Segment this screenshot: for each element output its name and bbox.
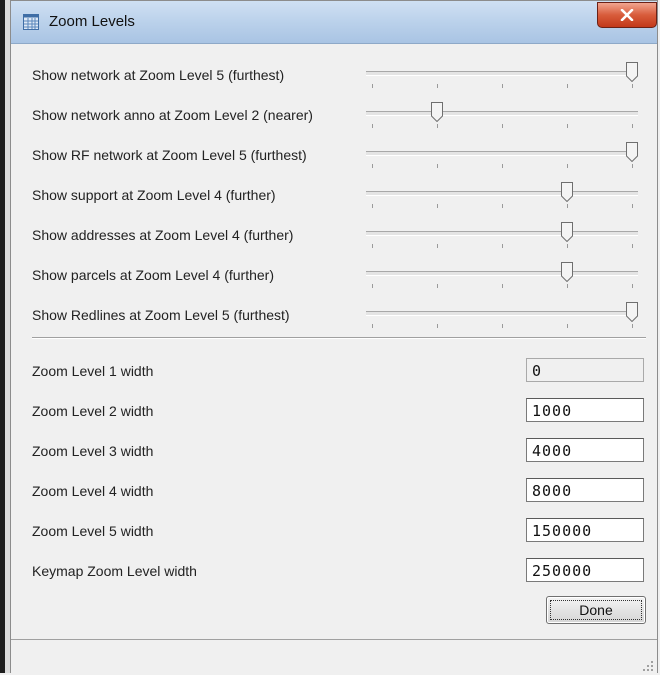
slider-tick [372, 324, 373, 328]
zoom-level-slider[interactable] [366, 182, 638, 213]
slider-tick [502, 244, 503, 248]
title-bar[interactable]: Zoom Levels [11, 1, 657, 44]
width-label: Zoom Level 4 width [32, 483, 154, 499]
slider-tick [632, 204, 633, 208]
dialog-body: Show network at Zoom Level 5 (furthest) … [11, 44, 657, 675]
slider-tick [437, 84, 438, 88]
width-label: Keymap Zoom Level width [32, 563, 197, 579]
done-button-label: Done [579, 602, 613, 618]
slider-tick [437, 204, 438, 208]
slider-track [366, 231, 638, 236]
slider-tick [632, 124, 633, 128]
slider-tick [502, 324, 503, 328]
slider-tick [372, 284, 373, 288]
slider-tick [567, 84, 568, 88]
slider-tick [502, 124, 503, 128]
slider-tick [437, 124, 438, 128]
left-window-frame [0, 0, 10, 673]
slider-thumb[interactable] [626, 62, 638, 82]
grid-window-icon [23, 14, 39, 30]
slider-tick [372, 164, 373, 168]
zoom-level-slider[interactable] [366, 222, 638, 253]
width-label: Zoom Level 2 width [32, 403, 154, 419]
slider-thumb[interactable] [561, 222, 573, 242]
slider-track [366, 71, 638, 76]
slider-tick [567, 244, 568, 248]
close-x-icon [620, 9, 634, 21]
width-label: Zoom Level 5 width [32, 523, 154, 539]
slider-thumb[interactable] [561, 262, 573, 282]
done-button[interactable]: Done [546, 596, 646, 624]
slider-tick [437, 244, 438, 248]
slider-tick [372, 244, 373, 248]
slider-tick [632, 324, 633, 328]
slider-label: Show Redlines at Zoom Level 5 (furthest) [32, 307, 290, 323]
status-bar [11, 639, 657, 675]
slider-tick [632, 84, 633, 88]
slider-track [366, 191, 638, 196]
zoom-level-slider[interactable] [366, 262, 638, 293]
slider-label: Show support at Zoom Level 4 (further) [32, 187, 276, 203]
slider-tick [437, 324, 438, 328]
width-label: Zoom Level 3 width [32, 443, 154, 459]
zoom-level-1-width-field: 0 [526, 358, 644, 382]
slider-tick [632, 284, 633, 288]
resize-grip-icon[interactable] [643, 661, 653, 671]
slider-tick [372, 124, 373, 128]
slider-tick [632, 164, 633, 168]
zoom-level-slider[interactable] [366, 102, 638, 133]
slider-tick [567, 124, 568, 128]
slider-tick [437, 164, 438, 168]
zoom-level-slider[interactable] [366, 62, 638, 93]
slider-thumb[interactable] [431, 102, 443, 122]
slider-tick [437, 284, 438, 288]
slider-thumb[interactable] [626, 302, 638, 322]
zoom-level-2-width-field[interactable]: 1000 [526, 398, 644, 422]
slider-label: Show parcels at Zoom Level 4 (further) [32, 267, 274, 283]
slider-tick [372, 204, 373, 208]
slider-label: Show network anno at Zoom Level 2 (neare… [32, 107, 313, 123]
zoom-level-4-width-field[interactable]: 8000 [526, 478, 644, 502]
separator [32, 337, 646, 339]
slider-label: Show network at Zoom Level 5 (furthest) [32, 67, 285, 83]
width-label: Zoom Level 1 width [32, 363, 154, 379]
slider-tick [567, 284, 568, 288]
window-title: Zoom Levels [49, 13, 135, 30]
slider-tick [632, 244, 633, 248]
slider-tick [502, 204, 503, 208]
slider-tick [502, 164, 503, 168]
slider-label: Show RF network at Zoom Level 5 (furthes… [32, 147, 307, 163]
slider-thumb[interactable] [626, 142, 638, 162]
zoom-levels-dialog: Zoom Levels Show network at Zoom Level 5… [10, 0, 658, 675]
keymap-zoom-level-width-field[interactable]: 250000 [526, 558, 644, 582]
slider-tick [372, 84, 373, 88]
slider-tick [567, 204, 568, 208]
zoom-level-slider[interactable] [366, 142, 638, 173]
zoom-level-3-width-field[interactable]: 4000 [526, 438, 644, 462]
zoom-level-5-width-field[interactable]: 150000 [526, 518, 644, 542]
slider-track [366, 111, 638, 116]
slider-tick [502, 284, 503, 288]
slider-tick [502, 84, 503, 88]
slider-label: Show addresses at Zoom Level 4 (further) [32, 227, 294, 243]
slider-thumb[interactable] [561, 182, 573, 202]
slider-track [366, 151, 638, 156]
slider-track [366, 271, 638, 276]
slider-tick [567, 164, 568, 168]
zoom-level-slider[interactable] [366, 302, 638, 333]
slider-tick [567, 324, 568, 328]
close-button[interactable] [597, 2, 657, 28]
slider-track [366, 311, 638, 316]
